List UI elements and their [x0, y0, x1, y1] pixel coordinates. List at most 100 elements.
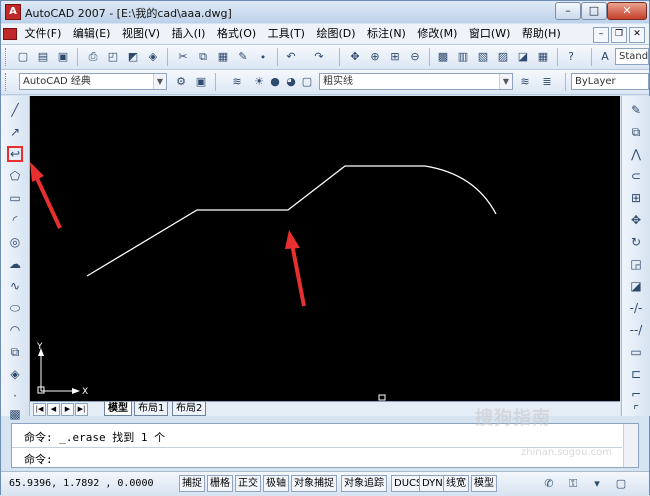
ellipse-icon[interactable]: ⬭ — [7, 300, 23, 316]
document-icon[interactable] — [3, 28, 17, 40]
move-icon[interactable]: ✥ — [628, 212, 644, 228]
otrack-toggle[interactable]: 对象追踪 — [341, 475, 387, 492]
menu-window[interactable]: 窗口(W) — [465, 24, 514, 44]
tab-layout2[interactable]: 布局2 — [172, 402, 207, 416]
spline-icon[interactable]: ∿ — [7, 278, 23, 294]
lock-icon[interactable]: ⚿ — [565, 476, 581, 492]
layer-manager-icon[interactable]: ≋ — [229, 74, 245, 90]
mirror-icon[interactable]: ⋀ — [628, 146, 644, 162]
maximize-button[interactable]: □ — [581, 2, 607, 20]
toolbar-grip[interactable] — [5, 73, 9, 91]
ellipse-arc-icon[interactable]: ◠ — [7, 322, 23, 338]
join-icon[interactable]: ⊏ — [628, 366, 644, 382]
insert-block-icon[interactable]: ⧉ — [7, 344, 23, 360]
toolbar-grip[interactable] — [5, 48, 9, 66]
line-icon[interactable]: ╱ — [7, 102, 23, 118]
polygon-icon[interactable]: ⬠ — [7, 168, 23, 184]
make-block-icon[interactable]: ◈ — [7, 366, 23, 382]
doc-minimize-icon[interactable]: – — [593, 27, 609, 43]
zoom-previous-icon[interactable]: ⊖ — [407, 49, 423, 65]
workspace-combo[interactable]: AutoCAD 经典 ▼ — [19, 73, 167, 90]
prev-tab-icon[interactable]: ◀ — [47, 403, 60, 416]
layer-lock-icon[interactable]: ◕ — [283, 74, 299, 90]
ortho-toggle[interactable]: 正交 — [235, 475, 261, 492]
menu-file[interactable]: 文件(F) — [21, 24, 66, 44]
print-icon[interactable]: ⎙ — [85, 49, 101, 65]
doc-close-icon[interactable]: ✕ — [629, 27, 645, 43]
rectangle-icon[interactable]: ▭ — [7, 190, 23, 206]
osnap-toggle[interactable]: 对象捕捉 — [291, 475, 337, 492]
properties-icon[interactable]: ▩ — [435, 49, 451, 65]
construction-line-icon[interactable]: ↗ — [7, 124, 23, 140]
menu-format[interactable]: 格式(O) — [213, 24, 260, 44]
break-icon[interactable]: ▭ — [628, 344, 644, 360]
point-icon[interactable]: · — [7, 388, 23, 404]
last-tab-icon[interactable]: ▶| — [75, 403, 88, 416]
new-icon[interactable]: ▢ — [15, 49, 31, 65]
zoom-window-icon[interactable]: ⊞ — [387, 49, 403, 65]
copy-icon[interactable]: ⧉ — [195, 49, 211, 65]
dyn-toggle[interactable]: DYN — [419, 475, 446, 492]
menu-help[interactable]: 帮助(H) — [518, 24, 565, 44]
polyline-shape[interactable] — [86, 165, 497, 277]
lineweight-toggle[interactable]: 线宽 — [443, 475, 469, 492]
close-button[interactable]: ✕ — [607, 2, 647, 20]
open-icon[interactable]: ▤ — [35, 49, 51, 65]
text-style-combo[interactable]: Stand — [615, 48, 649, 65]
save-icon[interactable]: ▣ — [55, 49, 71, 65]
undo-icon[interactable]: ↶ — [283, 49, 299, 65]
text-style-icon[interactable]: A — [597, 49, 613, 65]
menu-view[interactable]: 视图(V) — [118, 24, 164, 44]
first-tab-icon[interactable]: |◀ — [33, 403, 46, 416]
array-icon[interactable]: ⊞ — [628, 190, 644, 206]
polar-toggle[interactable]: 极轴 — [263, 475, 289, 492]
polyline-icon[interactable]: ↩ — [7, 146, 23, 162]
save-workspace-icon[interactable]: ▣ — [193, 74, 209, 90]
menu-modify[interactable]: 修改(M) — [413, 24, 461, 44]
command-scrollbar[interactable] — [623, 424, 638, 467]
zoom-realtime-icon[interactable]: ⊕ — [367, 49, 383, 65]
command-prompt[interactable]: 命令: — [24, 451, 53, 467]
clean-screen-icon[interactable]: ▢ — [613, 476, 629, 492]
color-combo[interactable]: ByLayer — [571, 73, 649, 90]
tool-palettes-icon[interactable]: ▧ — [475, 49, 491, 65]
sheet-set-icon[interactable]: ▨ — [495, 49, 511, 65]
3d-dwf-icon[interactable]: ◈ — [145, 49, 161, 65]
menu-edit[interactable]: 编辑(E) — [69, 24, 115, 44]
stretch-icon[interactable]: ◪ — [628, 278, 644, 294]
circle-icon[interactable]: ◎ — [7, 234, 23, 250]
redo-icon[interactable]: ↷ — [311, 49, 327, 65]
layer-color-icon[interactable]: ▢ — [299, 74, 315, 90]
markup-icon[interactable]: ◪ — [515, 49, 531, 65]
trim-icon[interactable]: -/- — [628, 300, 644, 316]
block-editor-icon[interactable]: ⬩ — [255, 49, 271, 65]
match-properties-icon[interactable]: ✎ — [235, 49, 251, 65]
make-layer-current-icon[interactable]: ≋ — [517, 74, 533, 90]
communication-center-icon[interactable]: ✆ — [541, 476, 557, 492]
menu-dimension[interactable]: 标注(N) — [363, 24, 410, 44]
fillet-icon[interactable]: ⌜ — [628, 402, 644, 418]
paste-icon[interactable]: ▦ — [215, 49, 231, 65]
chamfer-icon[interactable]: ⌐ — [628, 386, 644, 402]
tab-model[interactable]: 模型 — [104, 402, 132, 416]
chevron-down-icon[interactable]: ▼ — [153, 74, 166, 89]
status-menu-icon[interactable]: ▾ — [589, 476, 605, 492]
next-tab-icon[interactable]: ▶ — [61, 403, 74, 416]
revision-cloud-icon[interactable]: ☁ — [7, 256, 23, 272]
menu-tools[interactable]: 工具(T) — [264, 24, 309, 44]
layer-on-icon[interactable]: ☀ — [251, 74, 267, 90]
layer-previous-icon[interactable]: ≣ — [539, 74, 555, 90]
offset-icon[interactable]: ⊂ — [628, 168, 644, 184]
grid-toggle[interactable]: 栅格 — [207, 475, 233, 492]
chevron-down-icon[interactable]: ▼ — [499, 74, 512, 89]
help-icon[interactable]: ? — [563, 49, 579, 65]
layer-combo[interactable]: 粗实线 ▼ — [319, 73, 513, 90]
model-toggle[interactable]: 模型 — [471, 475, 497, 492]
copy-object-icon[interactable]: ⧉ — [628, 124, 644, 140]
workspace-settings-icon[interactable]: ⚙ — [173, 74, 189, 90]
drawing-area[interactable]: Y X — [30, 96, 620, 401]
tab-layout1[interactable]: 布局1 — [134, 402, 169, 416]
scale-icon[interactable]: ◲ — [628, 256, 644, 272]
hatch-icon[interactable]: ▩ — [7, 406, 23, 422]
publish-icon[interactable]: ◩ — [125, 49, 141, 65]
